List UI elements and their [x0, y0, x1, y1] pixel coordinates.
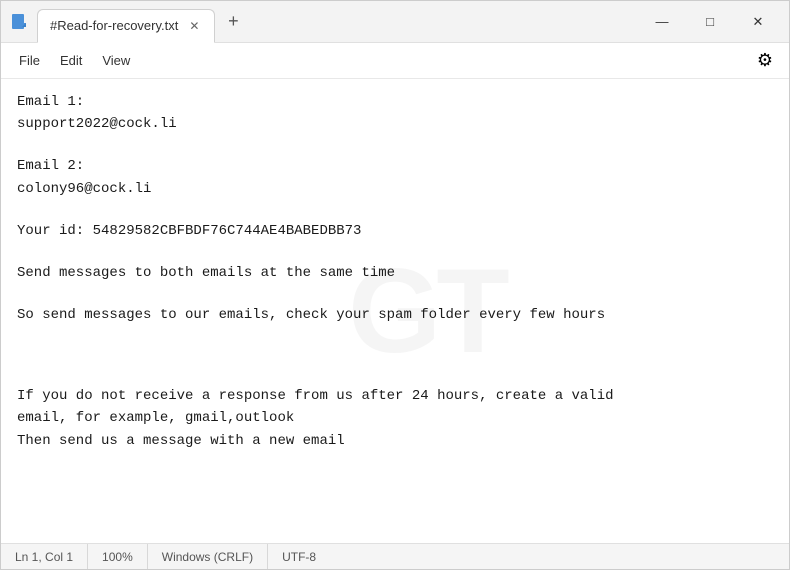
tab-close-button[interactable]: ✕ — [186, 18, 202, 34]
tab-area: #Read-for-recovery.txt ✕ + — [37, 1, 639, 42]
line-9: email, for example, gmail,outlook — [17, 407, 773, 429]
line-10: Then send us a message with a new email — [17, 430, 773, 452]
blank-line-7 — [17, 365, 773, 385]
notepad-icon — [9, 12, 29, 32]
active-tab[interactable]: #Read-for-recovery.txt ✕ — [37, 9, 215, 43]
close-button[interactable]: ✕ — [735, 6, 781, 38]
menu-view[interactable]: View — [92, 49, 140, 72]
settings-button[interactable]: ⚙ — [749, 46, 781, 75]
blank-line-4 — [17, 284, 773, 304]
line-2: support2022@cock.li — [17, 113, 773, 135]
line-4: colony96@cock.li — [17, 178, 773, 200]
blank-line-3 — [17, 242, 773, 262]
maximize-button[interactable]: □ — [687, 6, 733, 38]
menu-edit[interactable]: Edit — [50, 49, 92, 72]
line-ending: Windows (CRLF) — [148, 544, 268, 569]
line-6: Send messages to both emails at the same… — [17, 262, 773, 284]
menu-file[interactable]: File — [9, 49, 50, 72]
blank-line-5 — [17, 326, 773, 346]
encoding: UTF-8 — [268, 544, 330, 569]
status-bar: Ln 1, Col 1 100% Windows (CRLF) UTF-8 — [1, 543, 789, 569]
text-content: Email 1: support2022@cock.li Email 2: co… — [17, 91, 773, 452]
text-editor-area[interactable]: GT Email 1: support2022@cock.li Email 2:… — [1, 79, 789, 543]
line-1: Email 1: — [17, 91, 773, 113]
zoom-level: 100% — [88, 544, 148, 569]
gear-icon: ⚙ — [757, 50, 773, 71]
cursor-position: Ln 1, Col 1 — [11, 544, 88, 569]
blank-line-1 — [17, 136, 773, 156]
line-5: Your id: 54829582CBFBDF76C744AE4BABEDBB7… — [17, 220, 773, 242]
notepad-window: #Read-for-recovery.txt ✕ + — □ ✕ File Ed… — [0, 0, 790, 570]
tab-label: #Read-for-recovery.txt — [50, 18, 178, 33]
blank-line-2 — [17, 200, 773, 220]
title-bar-controls: — □ ✕ — [639, 6, 781, 38]
menu-bar: File Edit View ⚙ — [1, 43, 789, 79]
line-3: Email 2: — [17, 155, 773, 177]
minimize-button[interactable]: — — [639, 6, 685, 38]
line-7: So send messages to our emails, check yo… — [17, 304, 773, 326]
new-tab-button[interactable]: + — [219, 8, 247, 36]
title-bar: #Read-for-recovery.txt ✕ + — □ ✕ — [1, 1, 789, 43]
line-8: If you do not receive a response from us… — [17, 385, 773, 407]
blank-line-6 — [17, 346, 773, 366]
